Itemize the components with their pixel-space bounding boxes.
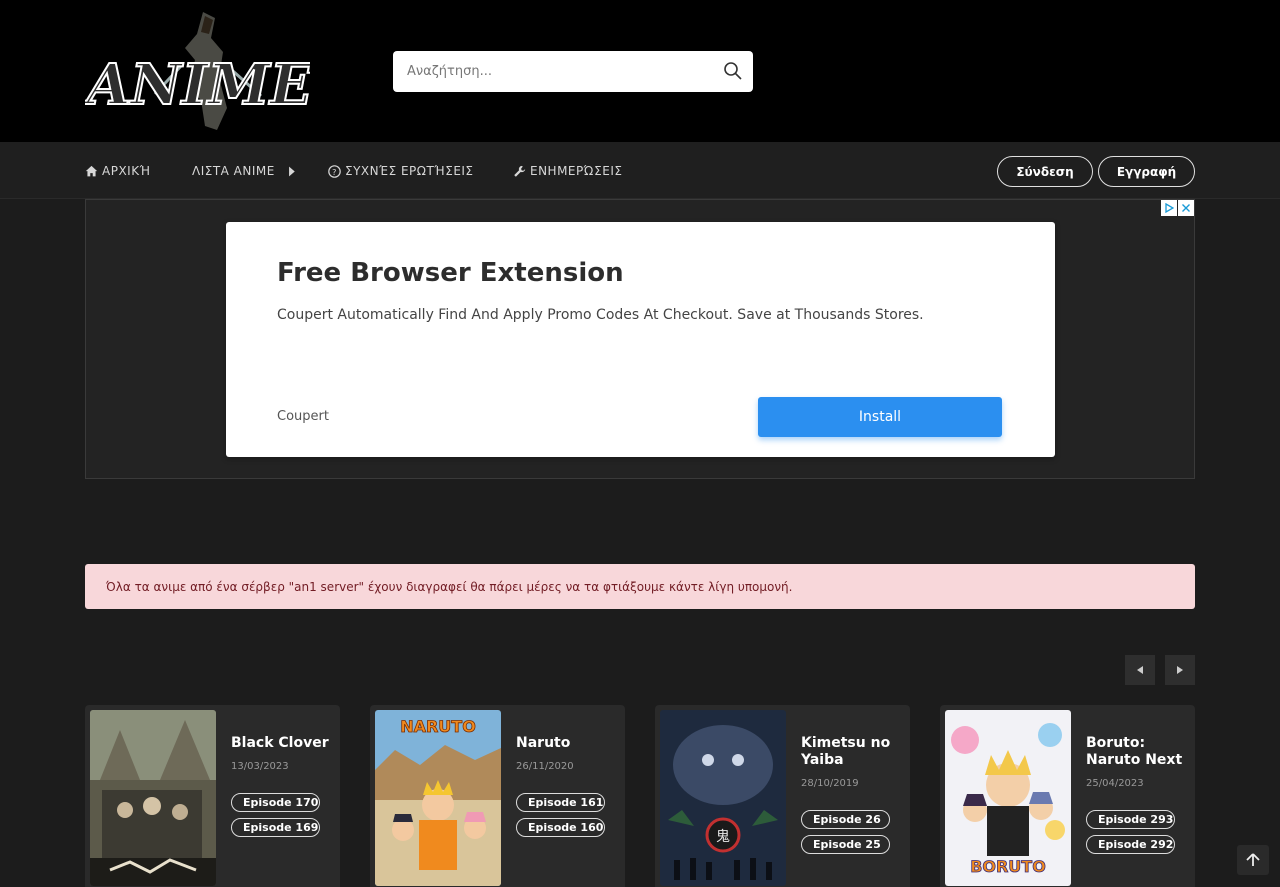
episode-badge[interactable]: Episode 169 (231, 818, 320, 837)
anime-card[interactable]: 鬼 Kimetsu no Yaiba 28/10/2019 Episode 26… (655, 705, 910, 887)
svg-text:鬼: 鬼 (716, 829, 730, 845)
nav-item-label: ΕΝΗΜΕΡΏΣΕΙΣ (530, 164, 623, 178)
anime-card[interactable]: NARUTO Naruto 26/11/2020 Episode 161 Epi… (370, 705, 625, 887)
ad-card[interactable]: Free Browser Extension Coupert Automatic… (226, 222, 1055, 457)
ad-title: Free Browser Extension (277, 258, 624, 288)
login-button[interactable]: Σύνδεση (997, 156, 1093, 187)
anime-title[interactable]: Black Clover (231, 735, 331, 752)
adchoices-icon[interactable] (1161, 200, 1177, 216)
site-logo[interactable]: ANIME (81, 8, 315, 134)
episode-badge[interactable]: Episode 160 (516, 818, 605, 837)
anime-date: 28/10/2019 (801, 778, 859, 789)
nav-item-anime-list[interactable]: ΛΙΣΤΑ ANIME (192, 164, 298, 178)
carousel-prev-button[interactable] (1125, 655, 1155, 685)
carousel-next-button[interactable] (1165, 655, 1195, 685)
anime-title[interactable]: Naruto (516, 735, 616, 752)
nav-item-faq[interactable]: ? ΣΥΧΝΈΣ ΕΡΩΤΉΣΕΙΣ (328, 164, 474, 178)
ad-close-icon[interactable] (1178, 200, 1194, 216)
top-header: ANIME (0, 0, 1280, 142)
logo-text: ANIME (85, 52, 310, 118)
anime-date: 25/04/2023 (1086, 778, 1144, 789)
notice-text: Όλα τα ανιμε από ένα σέρβερ "an1 server"… (106, 579, 793, 594)
register-button[interactable]: Εγγραφή (1098, 156, 1195, 187)
ad-install-button[interactable]: Install (758, 397, 1002, 437)
episode-badge[interactable]: Episode 161 (516, 793, 605, 812)
anime-title[interactable]: Boruto: Naruto Next Generations (1086, 735, 1186, 769)
episode-badge[interactable]: Episode 26 (801, 810, 890, 829)
ad-brand: Coupert (277, 409, 329, 424)
notice-alert: Όλα τα ανιμε από ένα σέρβερ "an1 server"… (85, 564, 1195, 609)
nav-item-updates[interactable]: ΕΝΗΜΕΡΏΣΕΙΣ (513, 164, 622, 178)
anime-card[interactable]: BORUTO Boruto: Naruto Next Generations 2… (940, 705, 1195, 887)
nav-item-label: ΣΥΧΝΈΣ ΕΡΩΤΉΣΕΙΣ (345, 164, 474, 178)
caret-left-icon (1137, 666, 1143, 674)
anime-title[interactable]: Kimetsu no Yaiba (801, 735, 901, 769)
question-circle-icon: ? (328, 164, 341, 178)
ad-description: Coupert Automatically Find And Apply Pro… (277, 307, 924, 323)
anime-poster[interactable]: BORUTO (945, 710, 1071, 886)
arrow-up-icon (1246, 853, 1260, 866)
caret-right-icon (288, 166, 295, 176)
ad-banner: Free Browser Extension Coupert Automatic… (85, 199, 1195, 479)
anime-poster[interactable]: NARUTO (375, 710, 501, 886)
search-box (393, 51, 753, 92)
svg-text:?: ? (332, 166, 337, 176)
episode-badge[interactable]: Episode 25 (801, 835, 890, 854)
svg-text:BORUTO: BORUTO (970, 857, 1046, 876)
episode-badge[interactable]: Episode 292 (1086, 835, 1175, 854)
anime-date: 26/11/2020 (516, 761, 574, 772)
svg-text:NARUTO: NARUTO (400, 717, 476, 736)
search-input[interactable] (393, 51, 713, 92)
back-to-top-button[interactable] (1237, 845, 1269, 875)
home-icon (85, 165, 98, 176)
anime-card[interactable]: Black Clover 13/03/2023 Episode 170 Epis… (85, 705, 340, 887)
episode-badge[interactable]: Episode 293 (1086, 810, 1175, 829)
anime-poster[interactable]: 鬼 (660, 710, 786, 886)
anime-date: 13/03/2023 (231, 761, 289, 772)
episode-badge[interactable]: Episode 170 (231, 793, 320, 812)
ad-badges (1160, 200, 1194, 216)
caret-right-icon (1177, 666, 1183, 674)
nav-item-label: ΑΡΧΙΚΉ (102, 164, 151, 178)
nav-item-home[interactable]: ΑΡΧΙΚΉ (85, 164, 151, 178)
search-icon[interactable] (723, 61, 743, 81)
nav-item-label: ΛΙΣΤΑ ANIME (192, 164, 275, 178)
anime-poster[interactable] (90, 710, 216, 886)
wrench-icon (514, 165, 526, 177)
